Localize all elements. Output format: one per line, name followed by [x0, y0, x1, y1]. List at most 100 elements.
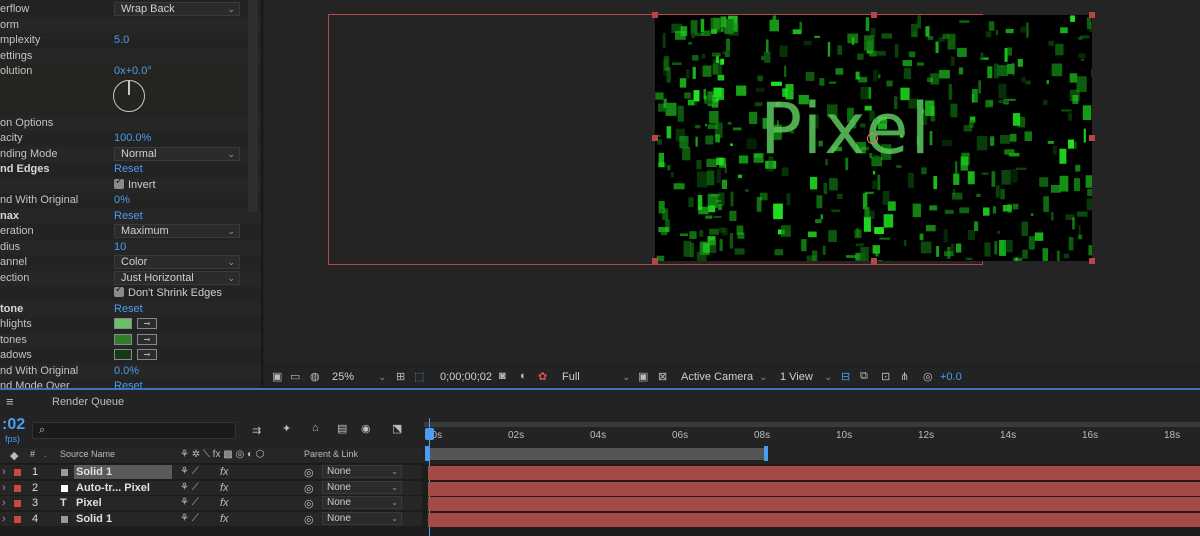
- layer-duration-bar[interactable]: [428, 481, 1200, 496]
- transform-handle[interactable]: [871, 12, 877, 18]
- effect-dropdown[interactable]: Just Horizontal ⌄: [114, 270, 240, 285]
- mask-icon[interactable]: ◍: [310, 370, 320, 383]
- pickwhip-icon[interactable]: ◎: [304, 482, 314, 495]
- exposure-value[interactable]: +0.0: [940, 369, 970, 385]
- time-ruler[interactable]: 00s 02s 04s 06s 08s 10s 12s 14s 16s 18s: [422, 414, 1200, 464]
- layer-duration-bar[interactable]: [428, 466, 1200, 480]
- transform-handle[interactable]: [652, 258, 658, 264]
- comp-mini-flowchart-icon[interactable]: ⇉: [252, 424, 261, 437]
- zoom-dropdown[interactable]: 25% ⌄: [332, 369, 388, 385]
- layer-duration-bar[interactable]: [428, 497, 1200, 511]
- work-area-end-handle[interactable]: [764, 446, 768, 461]
- pixel-text-layer[interactable]: Pixel: [760, 88, 932, 170]
- flowchart-icon[interactable]: ⋔: [900, 370, 909, 383]
- reset-link[interactable]: Reset: [114, 163, 143, 175]
- reset-exposure-icon[interactable]: ◎: [923, 370, 933, 383]
- eyedropper-icon[interactable]: ⊸: [137, 333, 157, 345]
- region-icon[interactable]: ⬚: [414, 370, 424, 383]
- twirl-arrow-icon[interactable]: ›: [2, 513, 6, 525]
- transparency-grid-icon[interactable]: ⊠: [658, 370, 667, 383]
- playhead-handle[interactable]: [425, 428, 434, 440]
- shy-layers-icon[interactable]: ⌂: [312, 422, 319, 434]
- roi-icon[interactable]: ▣: [638, 370, 648, 383]
- twirl-arrow-icon[interactable]: ›: [2, 482, 6, 494]
- effect-dropdown[interactable]: Wrap Back ⌄: [114, 2, 240, 16]
- pickwhip-icon[interactable]: ◎: [304, 466, 314, 479]
- effects-scrollbar[interactable]: [248, 0, 258, 212]
- tab-render-queue[interactable]: Render Queue: [52, 396, 124, 408]
- layer-duration-bar[interactable]: [428, 512, 1200, 527]
- effect-dropdown[interactable]: Normal ⌄: [114, 146, 240, 161]
- timecode-display[interactable]: 0;00;00;02: [440, 369, 500, 385]
- transform-handle[interactable]: [1089, 12, 1095, 18]
- effect-value[interactable]: 0.0%: [114, 365, 139, 377]
- checkbox[interactable]: [114, 176, 124, 189]
- layer-search-input[interactable]: ⌕: [32, 422, 236, 439]
- frame-blending-icon[interactable]: ▤: [337, 422, 347, 435]
- reset-link[interactable]: Reset: [114, 380, 143, 388]
- color-channels-icon[interactable]: ✿: [538, 370, 547, 383]
- resolution-dropdown[interactable]: Full ⌄: [562, 369, 632, 385]
- effect-value[interactable]: 0%: [114, 194, 130, 206]
- parent-dropdown[interactable]: None ⌄: [322, 480, 402, 494]
- effect-value[interactable]: 100.0%: [114, 132, 151, 144]
- eyedropper-icon[interactable]: ⊸: [137, 349, 157, 360]
- pickwhip-icon[interactable]: ◎: [304, 513, 314, 526]
- grid-icon[interactable]: ⊞: [396, 370, 405, 383]
- layer-switches[interactable]: ⚘ ⟋: [180, 513, 199, 524]
- reset-link[interactable]: Reset: [114, 303, 143, 315]
- effect-value[interactable]: 0x+0.0°: [114, 65, 152, 77]
- reset-link[interactable]: Reset: [114, 210, 143, 222]
- views-dropdown[interactable]: 1 View ⌄: [780, 369, 834, 385]
- fx-switch[interactable]: fx: [220, 466, 229, 478]
- layer-name[interactable]: Auto-tr... Pixel: [74, 481, 172, 495]
- work-area-bar[interactable]: [426, 448, 768, 460]
- twirl-arrow-icon[interactable]: ›: [2, 466, 6, 478]
- fx-switch[interactable]: fx: [220, 497, 229, 509]
- transform-handle[interactable]: [652, 135, 658, 141]
- motion-blur-icon[interactable]: ◉: [361, 422, 371, 435]
- parent-dropdown[interactable]: None ⌄: [322, 511, 402, 525]
- effect-value[interactable]: 10: [114, 241, 126, 253]
- label-color-box[interactable]: [13, 468, 22, 477]
- always-preview-icon[interactable]: ▣: [272, 370, 282, 383]
- parent-dropdown[interactable]: None ⌄: [322, 496, 402, 509]
- layer-row[interactable]: › 4 Solid 1 ⚘ ⟋ fx ◎ None ⌄: [0, 511, 422, 527]
- fx-switch[interactable]: fx: [220, 513, 229, 525]
- toggle-pixel-aspect-icon[interactable]: ⊟: [841, 370, 850, 383]
- layer-switches[interactable]: ⚘ ⟋: [180, 497, 199, 508]
- draft-3d-icon[interactable]: ✦: [282, 422, 291, 435]
- effect-dropdown[interactable]: Maximum ⌄: [114, 224, 240, 238]
- fx-switch[interactable]: fx: [220, 482, 229, 494]
- layer-switches[interactable]: ⚘ ⟋: [180, 466, 199, 477]
- layer-name[interactable]: Solid 1: [74, 512, 172, 526]
- timeline-icon[interactable]: ⊡: [881, 370, 890, 383]
- color-swatch[interactable]: [114, 318, 132, 329]
- color-swatch[interactable]: [114, 349, 132, 360]
- layer-name[interactable]: Solid 1: [74, 465, 172, 479]
- show-snapshot-icon[interactable]: ◐: [520, 370, 527, 382]
- label-color-box[interactable]: [13, 499, 22, 508]
- eyedropper-icon[interactable]: ⊸: [137, 318, 157, 329]
- twirl-arrow-icon[interactable]: ›: [2, 497, 6, 509]
- hamburger-menu-icon[interactable]: ≡: [6, 394, 14, 409]
- transform-handle[interactable]: [1089, 135, 1095, 141]
- layer-switches[interactable]: ⚘ ⟋: [180, 482, 199, 493]
- fast-previews-icon[interactable]: ⧉: [860, 370, 868, 383]
- color-swatch[interactable]: [114, 333, 132, 345]
- effect-value[interactable]: 5.0: [114, 34, 129, 46]
- camera-dropdown[interactable]: Active Camera ⌄: [681, 369, 769, 385]
- transform-handle[interactable]: [652, 12, 658, 18]
- graph-editor-icon[interactable]: ⬔: [392, 422, 402, 435]
- anchor-point-icon[interactable]: [867, 133, 878, 144]
- effect-dropdown[interactable]: Color ⌄: [114, 255, 240, 269]
- label-tag-icon[interactable]: ◆: [10, 449, 18, 462]
- parent-dropdown[interactable]: None ⌄: [322, 465, 402, 478]
- layer-row[interactable]: › 1 Solid 1 ⚘ ⟋ fx ◎ None ⌄: [0, 465, 422, 480]
- layer-row[interactable]: › 3 T Pixel ⚘ ⟋ fx ◎ None ⌄: [0, 496, 422, 511]
- transform-handle[interactable]: [871, 258, 877, 264]
- layer-row[interactable]: › 2 Auto-tr... Pixel ⚘ ⟋ fx ◎ None ⌄: [0, 480, 422, 496]
- label-color-box[interactable]: [13, 483, 22, 493]
- camera-snapshot-icon[interactable]: ◙: [499, 370, 506, 382]
- pickwhip-icon[interactable]: ◎: [304, 497, 314, 510]
